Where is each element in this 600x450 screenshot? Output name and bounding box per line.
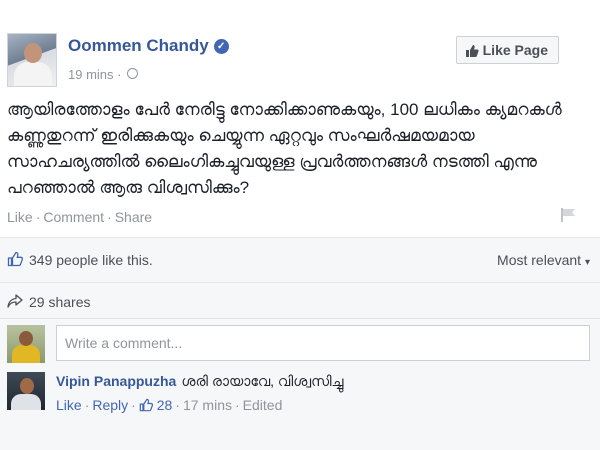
share-link[interactable]: Share (115, 209, 152, 225)
comment-item: Vipin Panappuzha ശരി രായാവേ, വിശ്വസിച്ചു … (0, 366, 600, 450)
comment-input[interactable] (56, 325, 590, 361)
verified-badge-icon: ✓ (213, 39, 229, 54)
share-arrow-icon (7, 294, 23, 308)
likes-count-link[interactable]: 349 people like this. (29, 252, 153, 268)
author-avatar[interactable] (7, 33, 57, 87)
commenter-avatar[interactable] (7, 372, 45, 410)
comment-body: Vipin Panappuzha ശരി രായാവേ, വിശ്വസിച്ചു (56, 373, 343, 390)
comment-like-count[interactable]: 28 (157, 397, 173, 413)
comment-link[interactable]: Comment (43, 209, 104, 225)
sort-label: Most relevant (497, 252, 582, 268)
like-page-label: Like Page (482, 42, 548, 58)
like-page-button[interactable]: Like Page (455, 36, 559, 64)
post-text: ആയിരത്തോളം പേർ നേരിട്ടു നോക്കിക്കാണുകയും… (7, 100, 562, 197)
sort-comments-dropdown[interactable]: Most relevant ▾ (497, 252, 590, 268)
likes-bar: 349 people like this. Most relevant ▾ (0, 237, 600, 282)
post-actions: Like · Comment · Share (7, 209, 153, 225)
commenter-name[interactable]: Vipin Panappuzha (56, 373, 176, 389)
post-header: Oommen Chandy ✓ 19 mins · Like Page (7, 33, 597, 93)
current-user-avatar (7, 325, 45, 363)
like-link[interactable]: Like (7, 209, 33, 225)
post-meta: 19 mins · (68, 67, 139, 82)
flag-icon[interactable] (560, 207, 578, 223)
author-name[interactable]: Oommen Chandy ✓ (68, 36, 229, 56)
comment-reply-link[interactable]: Reply (92, 397, 128, 413)
comment-timestamp[interactable]: 17 mins (183, 397, 232, 413)
thumbs-up-icon (465, 45, 479, 57)
comment-like-link[interactable]: Like (56, 397, 82, 413)
thumbs-up-icon (139, 398, 153, 412)
thumbs-up-icon (7, 251, 23, 267)
comment-text: ശരി രായാവേ, വിശ്വസിച്ചു (181, 373, 344, 389)
comment-composer (0, 318, 600, 367)
post-timestamp[interactable]: 19 mins (68, 67, 114, 82)
shares-bar: 29 shares (0, 282, 600, 319)
author-name-text[interactable]: Oommen Chandy (68, 36, 209, 55)
edited-label[interactable]: Edited (243, 397, 283, 413)
globe-icon (127, 68, 139, 79)
shares-count-link[interactable]: 29 shares (29, 294, 90, 310)
caret-down-icon: ▾ (584, 257, 590, 268)
comment-meta: Like · Reply · 28 · 17 mins · Edited (56, 397, 283, 413)
